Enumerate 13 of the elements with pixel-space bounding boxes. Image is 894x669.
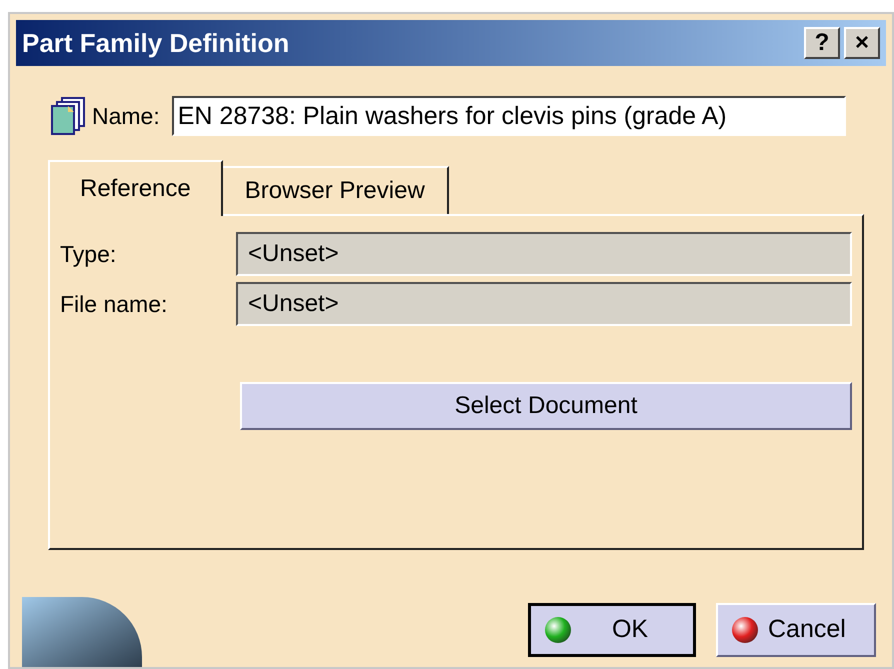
documents-icon <box>48 96 88 136</box>
select-document-button[interactable]: Select Document <box>240 382 852 430</box>
window-title: Part Family Definition <box>22 26 290 60</box>
close-button[interactable]: × <box>844 27 880 59</box>
tab[interactable]: Reference <box>48 160 223 216</box>
name-label: Name: <box>92 102 160 131</box>
help-button[interactable]: ? <box>804 27 840 59</box>
cancel-button[interactable]: Cancel <box>716 603 876 657</box>
field-label: File name: <box>60 290 168 319</box>
ok-button[interactable]: OK <box>528 603 696 657</box>
field-label: Type: <box>60 240 118 269</box>
name-field[interactable]: EN 28738: Plain washers for clevis pins (grade A) <box>172 96 846 136</box>
tab[interactable]: Browser Preview <box>222 166 449 214</box>
